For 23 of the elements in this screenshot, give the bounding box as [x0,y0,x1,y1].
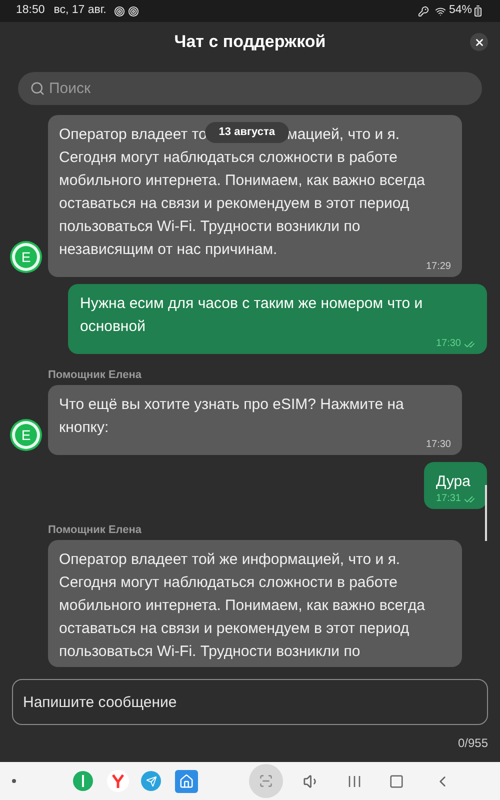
date-chip: 13 августа [204,122,290,143]
avatar: Е [12,421,40,449]
search-field[interactable]: Поиск [18,72,482,105]
message-time: 17:31 [436,493,461,505]
message-text: Сегодня могут наблюдаться сложности в работе мобильного интернета. Понимаем, как важно всегда оставаться на связи и рекомендуем в этот период пользоваться Wi-Fi. Трудности возникли по независящим от нас причинам. [59,148,426,260]
message-time: 17:30 [436,338,461,350]
window-title: Чат с поддержкой [174,31,326,54]
sender-name: Помощник Елена [47,369,142,382]
message-text: Дура [436,472,472,492]
message-text: Оператор владеет той же информацией, что и я. Сегодня могут наблюдаться сложности в работе мобильного интернета. Понимаем, как важно всегда оставаться на связи и рекомендуем в этот период пользоваться Wi-Fi. Трудности возникли по [59,550,426,662]
message-input-field[interactable]: Напишите сообщение [12,679,488,725]
avatar: Е [12,243,40,271]
sender-name: Помощник Елена [47,524,142,537]
status-date: вс, 17 авг. [54,3,106,18]
message-time: 17:30 [426,439,451,451]
message-text: Нужна есим для часов с таким же номером что и основной [80,294,424,337]
status-time: 18:50 [16,3,45,18]
message-time: 17:29 [426,261,451,273]
message-text: мацией, что и я. [287,125,400,145]
message-text: Что ещё вы хотите узнать про eSIM? Нажмите на кнопку: [59,395,405,438]
message-text: Оператор владеет то [59,125,207,145]
battery-level: 54% [448,3,472,18]
character-counter: 0/955 [458,735,488,752]
